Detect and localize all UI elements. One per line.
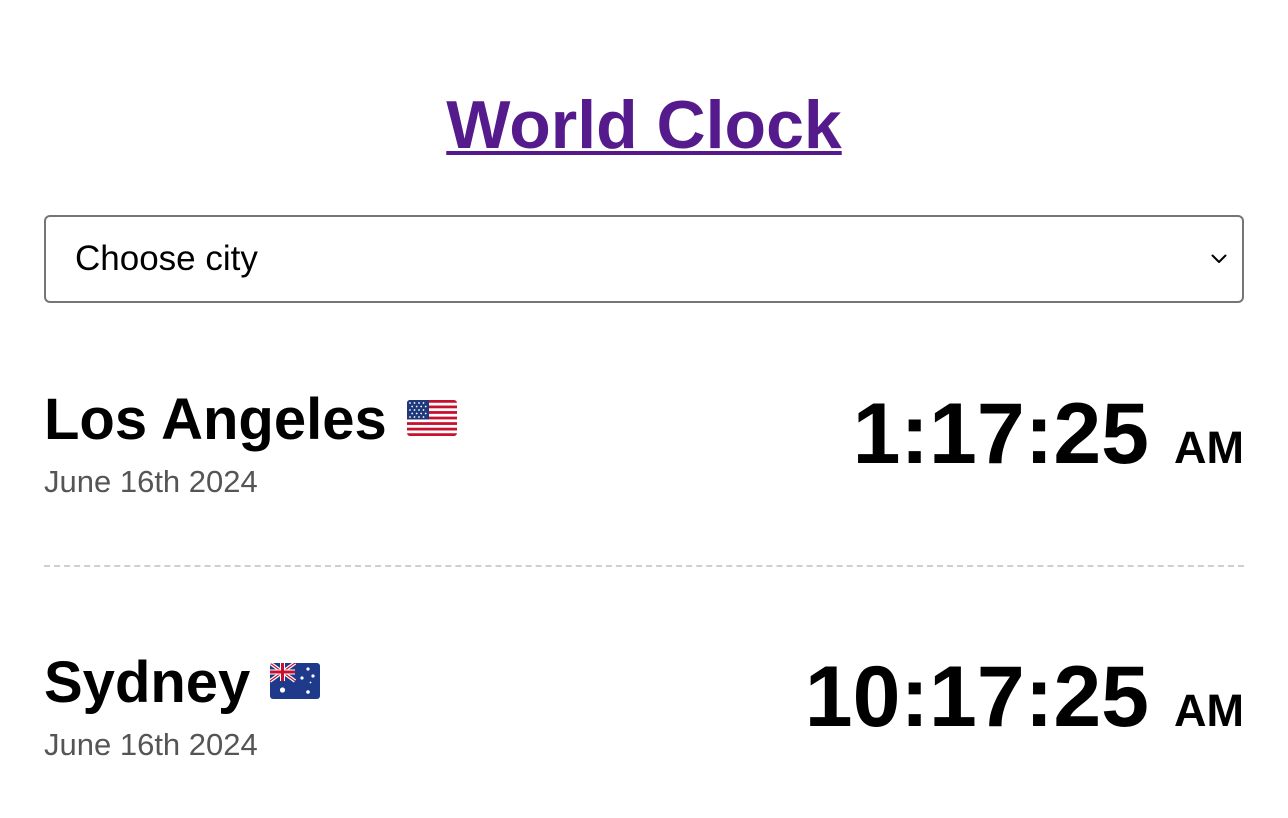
us-flag-icon	[406, 399, 457, 441]
row-divider	[44, 565, 1244, 567]
city-time: 1:17:25 AM	[853, 386, 1244, 482]
city-date: June 16th 2024	[44, 464, 258, 499]
time-ampm: AM	[1174, 685, 1244, 736]
city-name: Los Angeles	[44, 387, 387, 452]
city-select-value: Choose city	[75, 239, 258, 278]
city-select[interactable]: Choose city	[44, 215, 1244, 303]
time-ampm: AM	[1174, 422, 1244, 473]
city-time: 10:17:25 AM	[805, 649, 1244, 745]
au-flag-icon	[270, 662, 321, 704]
world-clock-title-link[interactable]: World Clock	[446, 87, 841, 163]
city-name: Sydney	[44, 650, 251, 715]
chevron-down-icon	[1210, 250, 1228, 268]
city-info: Sydney June 16th 2024	[44, 650, 321, 763]
city-info: Los Angeles June 16th 2024	[44, 388, 457, 500]
city-date: June 16th 2024	[44, 727, 258, 762]
time-value: 1:17:25	[852, 386, 1150, 482]
time-value: 10:17:25	[804, 649, 1150, 745]
page-title: World Clock	[0, 84, 1288, 166]
